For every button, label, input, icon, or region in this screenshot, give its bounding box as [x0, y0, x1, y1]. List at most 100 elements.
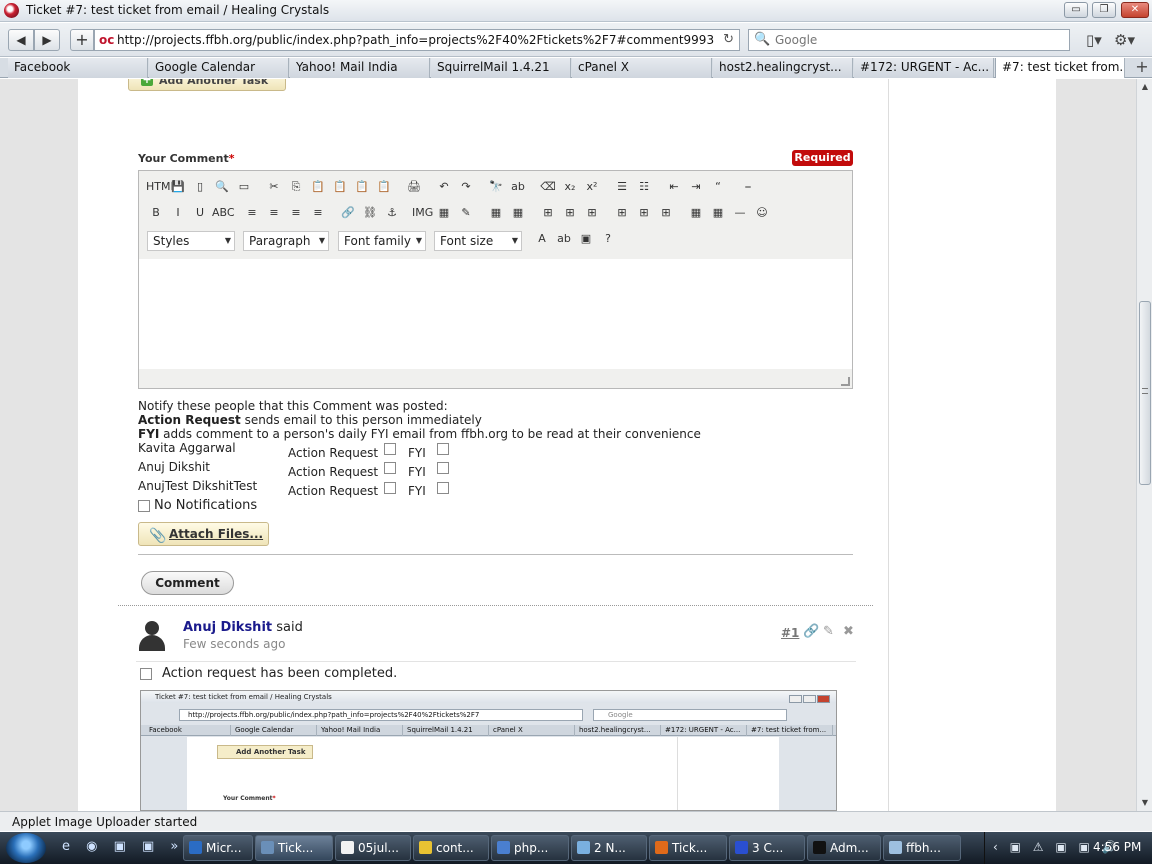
editor-r2-button-icon[interactable]: ≡: [242, 203, 262, 223]
submit-comment-button[interactable]: Comment: [141, 571, 234, 595]
editor-r2-button-icon[interactable]: ▦: [708, 203, 728, 223]
editor-r2-button-icon[interactable]: ✎: [456, 203, 476, 223]
editor-r1-button-icon[interactable]: ↶: [434, 177, 454, 197]
add-tab-icon[interactable]: +: [1132, 58, 1152, 78]
taskbar-button[interactable]: cont...: [413, 835, 489, 861]
minimize-button[interactable]: ▭: [1064, 2, 1088, 18]
format-select[interactable]: Paragraph ▼: [243, 231, 329, 251]
editor-r1-button-icon[interactable]: ⇤: [664, 177, 684, 197]
editor-r1-button-icon[interactable]: ab: [508, 177, 528, 197]
tab-host2[interactable]: host2.healingcryst...: [713, 58, 853, 78]
taskbar-button[interactable]: php...: [491, 835, 569, 861]
search-icon[interactable]: 🔍: [754, 32, 770, 47]
editor-r2-button-icon[interactable]: B: [146, 203, 166, 223]
editor-r2-button-icon[interactable]: IMG: [412, 203, 433, 223]
editor-r3-button-icon[interactable]: A: [532, 229, 552, 249]
scrollbar-thumb[interactable]: [1139, 301, 1151, 485]
taskbar-button[interactable]: ffbh...: [883, 835, 961, 861]
new-tab-button[interactable]: +: [70, 29, 94, 51]
no-notifications-option[interactable]: No Notifications: [138, 498, 257, 513]
tab-facebook[interactable]: Facebook: [8, 58, 148, 78]
tools-menu-icon[interactable]: ⚙▾: [1114, 31, 1135, 49]
editor-r1-button-icon[interactable]: 📋: [374, 177, 394, 197]
taskbar-button[interactable]: 05jul...: [335, 835, 411, 861]
tab-ticket-7[interactable]: #7: test ticket from...: [995, 58, 1125, 78]
editor-r1-button-icon[interactable]: HTML: [146, 177, 177, 197]
maximize-button[interactable]: ❐: [1092, 2, 1116, 18]
editor-r1-button-icon[interactable]: x₂: [560, 177, 580, 197]
editor-r2-button-icon[interactable]: ▦: [686, 203, 706, 223]
delete-icon[interactable]: ✖: [843, 624, 854, 639]
editor-r1-button-icon[interactable]: x²: [582, 177, 602, 197]
comment-textarea[interactable]: [139, 259, 852, 369]
tab-yahoo-mail[interactable]: Yahoo! Mail India: [290, 58, 430, 78]
action-request-checkbox[interactable]: [384, 462, 396, 474]
edit-icon[interactable]: ✎: [823, 624, 834, 639]
fyi-checkbox[interactable]: [437, 443, 449, 455]
scroll-down-icon[interactable]: ▼: [1137, 795, 1152, 811]
editor-r2-button-icon[interactable]: ≡: [308, 203, 328, 223]
editor-r1-button-icon[interactable]: ☷: [634, 177, 654, 197]
no-notifications-checkbox[interactable]: [138, 499, 150, 512]
taskbar-button[interactable]: 3 C...: [729, 835, 805, 861]
taskbar-button[interactable]: Adm...: [807, 835, 881, 861]
fyi-checkbox[interactable]: [437, 462, 449, 474]
editor-r1-button-icon[interactable]: 📋: [308, 177, 328, 197]
action-request-checkbox[interactable]: [384, 443, 396, 455]
editor-r2-button-icon[interactable]: ⊞: [634, 203, 654, 223]
action-completed-row[interactable]: Action request has been completed.: [140, 666, 397, 681]
close-window-button[interactable]: ✕: [1121, 2, 1149, 18]
editor-r3-button-icon[interactable]: ▣: [576, 229, 596, 249]
tab-google-calendar[interactable]: Google Calendar: [149, 58, 289, 78]
search-input[interactable]: [775, 32, 1055, 48]
attach-files-button[interactable]: 📎 Attach Files...: [138, 522, 269, 546]
editor-r1-button-icon[interactable]: 📋: [330, 177, 350, 197]
start-button[interactable]: [6, 833, 46, 863]
search-box[interactable]: 🔍: [748, 29, 1070, 51]
editor-r2-button-icon[interactable]: ⚓: [382, 203, 402, 223]
editor-r2-button-icon[interactable]: ☺: [752, 203, 772, 223]
editor-r2-button-icon[interactable]: ⊞: [656, 203, 676, 223]
attachment-icon[interactable]: 🔗: [803, 624, 819, 639]
editor-r1-button-icon[interactable]: 🔭: [486, 177, 506, 197]
editor-r1-button-icon[interactable]: ⎯: [738, 177, 758, 197]
editor-r2-button-icon[interactable]: —: [730, 203, 750, 223]
address-url[interactable]: http://projects.ffbh.org/public/index.ph…: [117, 33, 714, 47]
action-request-checkbox[interactable]: [384, 482, 396, 494]
editor-r3-button-icon[interactable]: ab: [554, 229, 574, 249]
editor-r2-button-icon[interactable]: ⊞: [560, 203, 580, 223]
editor-r1-button-icon[interactable]: ▭: [234, 177, 254, 197]
font-family-select[interactable]: Font family ▼: [338, 231, 426, 251]
action-completed-checkbox[interactable]: [140, 667, 152, 680]
editor-r2-button-icon[interactable]: 🔗: [338, 203, 358, 223]
editor-r2-button-icon[interactable]: ⊞: [612, 203, 632, 223]
editor-r1-button-icon[interactable]: 🔍: [212, 177, 232, 197]
editor-r1-button-icon[interactable]: 🖨: [404, 177, 424, 197]
font-size-select[interactable]: Font size ▼: [434, 231, 522, 251]
editor-r2-button-icon[interactable]: ▦: [508, 203, 528, 223]
taskbar-button[interactable]: Tick...: [649, 835, 727, 861]
tab-cpanel[interactable]: cPanel X: [572, 58, 712, 78]
editor-r1-button-icon[interactable]: “: [708, 177, 728, 197]
editor-r1-button-icon[interactable]: ⌫: [538, 177, 558, 197]
editor-r2-button-icon[interactable]: ⊞: [582, 203, 602, 223]
address-bar[interactable]: oc http://projects.ffbh.org/public/index…: [94, 29, 740, 51]
vertical-scrollbar[interactable]: ▲ ▼: [1136, 79, 1152, 811]
tab-ticket-172[interactable]: #172: URGENT - Ac...: [854, 58, 994, 78]
editor-r2-button-icon[interactable]: ABC: [212, 203, 235, 223]
tab-squirrelmail[interactable]: SquirrelMail 1.4.21: [431, 58, 571, 78]
editor-r2-button-icon[interactable]: ≡: [264, 203, 284, 223]
editor-r1-button-icon[interactable]: ☰: [612, 177, 632, 197]
editor-r1-button-icon[interactable]: ↷: [456, 177, 476, 197]
editor-r1-button-icon[interactable]: ⎘: [286, 177, 306, 197]
editor-r2-button-icon[interactable]: I: [168, 203, 188, 223]
editor-r1-button-icon[interactable]: 📋: [352, 177, 372, 197]
styles-select[interactable]: Styles ▼: [147, 231, 235, 251]
editor-r2-button-icon[interactable]: ⛓: [360, 203, 380, 223]
reload-icon[interactable]: ↻: [723, 32, 734, 47]
editor-r3-button-icon[interactable]: ?: [598, 229, 618, 249]
add-another-task-button[interactable]: + Add Another Task: [128, 79, 286, 91]
editor-r2-button-icon[interactable]: ⊞: [538, 203, 558, 223]
editor-r1-button-icon[interactable]: ✂: [264, 177, 284, 197]
editor-r2-button-icon[interactable]: ≡: [286, 203, 306, 223]
